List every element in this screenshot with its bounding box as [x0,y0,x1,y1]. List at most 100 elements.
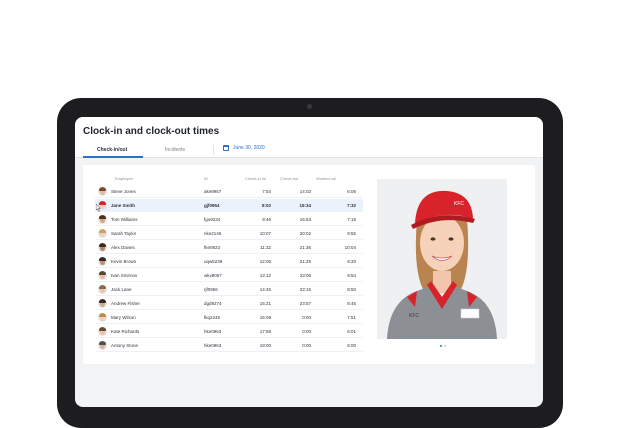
check-out-time: 0:00 [302,329,311,334]
check-out-time: 15:34 [299,203,311,208]
avatar [98,243,107,252]
mouse-cursor-icon [96,204,102,212]
employee-name: Kevin Brown [111,259,137,264]
employee-id: fkq2245 [204,315,221,320]
avatar [98,285,107,294]
employee-name: Andrew Fisher [111,301,141,306]
avatar [98,229,107,238]
table-row[interactable]: Kevin Brown uqw5239 12:05 21:25 9:20 [95,255,363,268]
employee-id: nke2145 [204,231,222,236]
column-header-id[interactable]: ID [204,176,208,181]
column-header-check-out[interactable]: Check-out [280,176,298,181]
employee-name: Ivan Smirnov [111,273,138,278]
employee-id: dgd9274 [204,301,222,306]
employee-id: gjf0954 [204,203,220,208]
employee-name: Jack Lane [111,287,132,292]
check-out-time: 23:06 [299,273,311,278]
svg-text:KFC: KFC [409,313,419,319]
calendar-icon [223,145,229,151]
avatar [98,341,107,350]
worked-time: 7:19 [347,217,356,222]
tab-check-in-out[interactable]: Check-in/out [97,147,127,153]
check-out-time: 23:15 [299,287,311,292]
active-tab-indicator [83,156,143,158]
check-out-time: 14:02 [299,189,311,194]
check-out-time: 0:00 [302,343,311,348]
employee-name: Mary Wilson [111,315,136,320]
employee-name: Steve Jones [111,189,136,194]
table-row[interactable]: Antony Stone hke0963 18:00 0:00 6:00 [95,339,363,352]
avatar [98,187,107,196]
table-row[interactable]: Ivan Smirnov wkv8057 13:12 23:06 9:54 [95,269,363,282]
check-in-time: 15:21 [259,301,271,306]
check-out-time: 21:25 [299,259,311,264]
avatar [98,313,107,322]
employee-photo-image: KFC KFC [377,179,507,339]
employee-name: Kate Richards [111,329,140,334]
check-out-time: 23:57 [299,301,311,306]
worked-time: 8:46 [347,301,356,306]
column-header-worked[interactable]: Worked out [316,176,336,181]
employee-id: fke0923 [204,245,221,250]
employee-id: wkv8057 [204,273,222,278]
column-header-employee[interactable]: Employee [115,176,133,181]
avatar [98,215,107,224]
check-in-time: 7:54 [262,189,271,194]
table-row[interactable]: Kate Richards hke0963 17:59 0:00 6:01 [95,325,363,338]
employee-name: Alex Davies [111,245,135,250]
avatar [98,299,107,308]
table-row[interactable]: Mary Wilson fkq2245 16:09 0:00 7:51 [95,311,363,324]
page-title: Clock-in and clock-out times [83,126,220,137]
check-in-time: 14:45 [259,287,271,292]
employee-name: Sarah Taylor [111,231,137,236]
employee-name: Antony Stone [111,343,139,348]
avatar [98,257,107,266]
camera-dot [307,104,312,109]
employee-id: ake8957 [204,189,222,194]
avatar [98,271,107,280]
worked-time: 7:32 [346,203,356,208]
check-out-time: 16:53 [299,217,311,222]
employee-id: hke0963 [204,329,222,334]
worked-time: 9:54 [347,273,356,278]
divider [213,145,214,155]
table-row[interactable]: Tom Williams fgo9234 9:46 16:53 7:19 [95,213,363,226]
tab-incidents[interactable]: Incidents [165,147,185,153]
table-row[interactable]: Jane Smith gjf0954 8:02 15:34 7:32 [95,199,363,212]
carousel-dot[interactable] [444,345,446,347]
check-in-time: 12:05 [259,259,271,264]
check-in-time: 13:12 [259,273,271,278]
table-row[interactable]: Sarah Taylor nke2145 10:07 20:02 9:55 [95,227,363,240]
table-row[interactable]: Andrew Fisher dgd9274 15:21 23:57 8:46 [95,297,363,310]
table-row[interactable]: Steve Jones ake8957 7:54 14:02 6:06 [95,185,363,198]
worked-time: 9:55 [347,231,356,236]
worked-time: 9:20 [347,259,356,264]
employee-id: hke0963 [204,343,222,348]
check-out-time: 21:36 [299,245,311,250]
worked-time: 7:51 [347,315,356,320]
employee-name: Tom Williams [111,217,138,222]
date-filter[interactable]: June 30, 2020 [223,145,265,151]
carousel-dot-active[interactable] [440,345,442,347]
worked-time: 6:01 [347,329,356,334]
employee-name: Jane Smith [111,203,136,208]
page-header: Clock-in and clock-out times Check-in/ou… [75,117,543,158]
check-in-time: 9:46 [262,217,271,222]
check-in-time: 10:07 [259,231,271,236]
check-out-time: 0:00 [302,315,311,320]
avatar [98,327,107,336]
worked-time: 6:00 [347,343,356,348]
table-row[interactable]: Alex Davies fke0923 11:32 21:36 10:04 [95,241,363,254]
worked-time: 10:04 [344,245,356,250]
check-in-time: 18:00 [259,343,271,348]
table-row[interactable]: Jack Lane rjf0956 14:45 23:15 8:50 [95,283,363,296]
check-in-time: 8:02 [261,203,271,208]
date-filter-label: June 30, 2020 [233,145,265,151]
check-in-time: 16:09 [259,315,271,320]
check-in-time: 11:32 [260,245,271,250]
photo-carousel-dots[interactable] [440,345,446,347]
employee-photo: KFC KFC [377,179,507,339]
column-header-check-in[interactable]: Check-in tin [245,176,266,181]
check-in-time: 17:59 [259,329,271,334]
svg-text:KFC: KFC [454,201,464,207]
